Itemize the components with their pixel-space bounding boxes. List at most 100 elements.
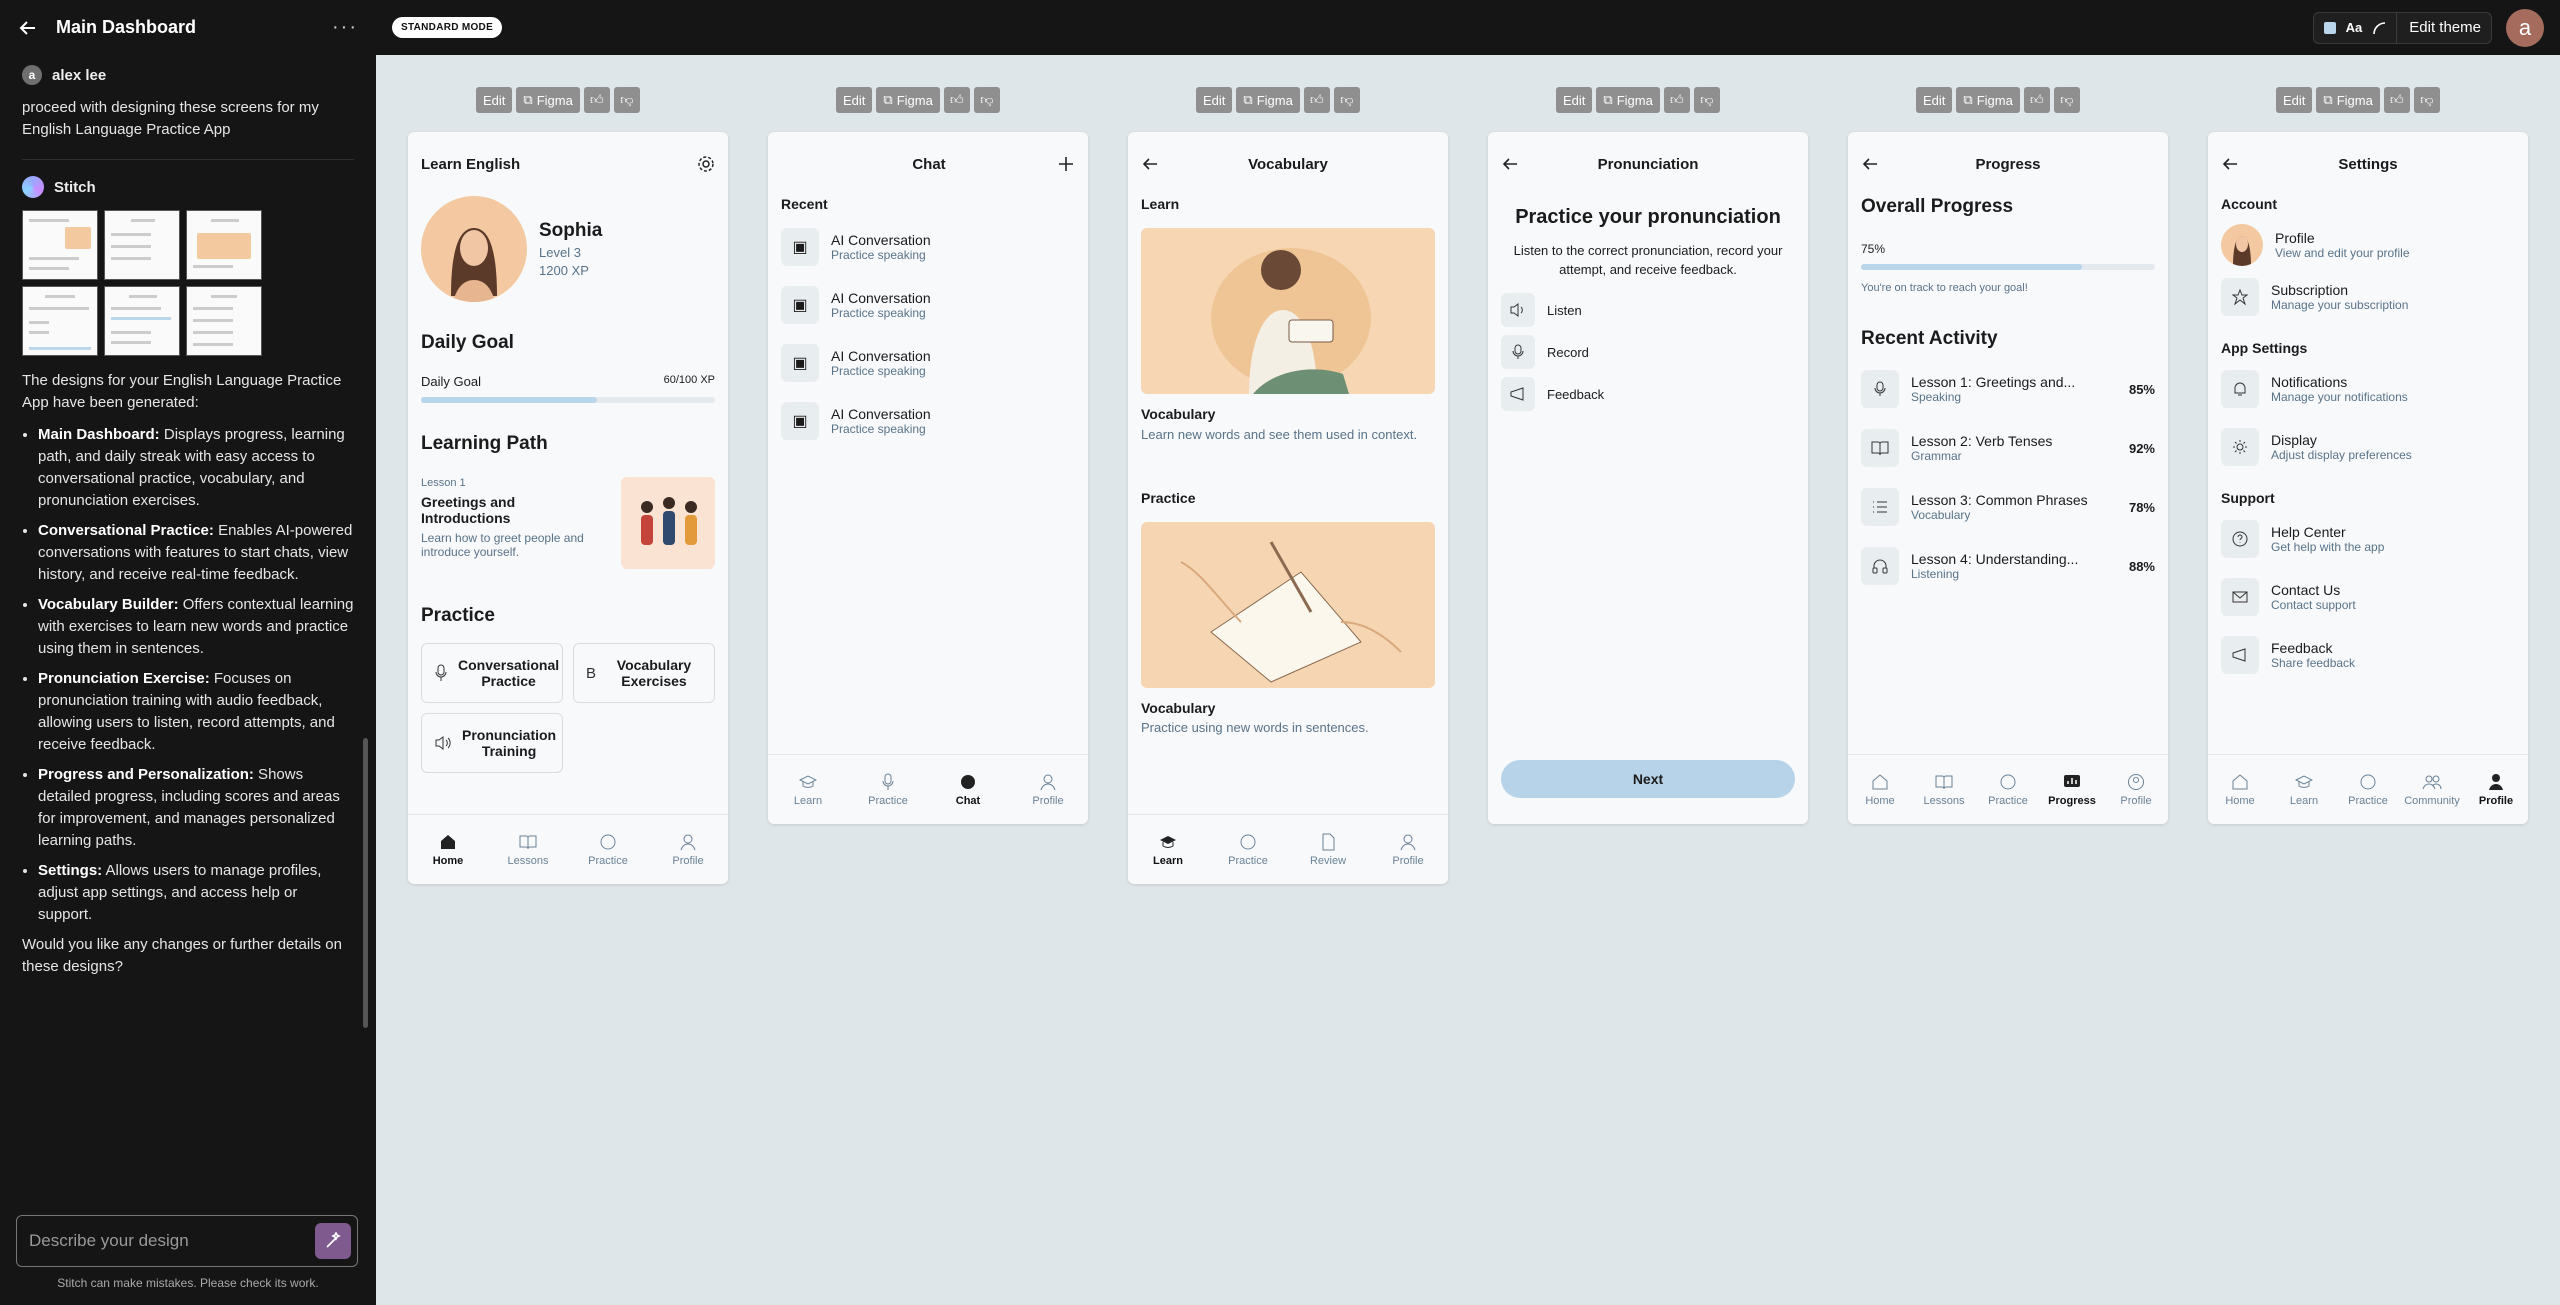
- nav-item-practice[interactable]: Practice: [1218, 833, 1278, 867]
- figma-button[interactable]: ⧉ Figma: [2316, 87, 2380, 113]
- next-button[interactable]: Next: [1501, 760, 1795, 798]
- settings-item-feedback[interactable]: Feedback Share feedback: [2221, 636, 2515, 674]
- avatar: a: [22, 65, 42, 85]
- settings-item-contact[interactable]: Contact Us Contact support: [2221, 578, 2515, 616]
- figma-button[interactable]: ⧉ Figma: [1596, 87, 1660, 113]
- list-item[interactable]: ▣ AI Conversation Practice speaking: [781, 228, 1075, 266]
- divider: [22, 159, 354, 160]
- step-listen[interactable]: Listen: [1501, 293, 1795, 327]
- table-row[interactable]: Lesson 3: Common Phrases Vocabulary 78%: [1861, 488, 2155, 526]
- nav-item-learn[interactable]: Learn: [1138, 833, 1198, 867]
- nav-item-practice[interactable]: Practice: [2338, 773, 2398, 807]
- table-row[interactable]: Lesson 2: Verb Tenses Grammar 92%: [1861, 429, 2155, 467]
- nav-item-progress[interactable]: Progress: [2042, 773, 2102, 807]
- list-item: Settings: Allows users to manage profile…: [38, 860, 354, 926]
- table-row[interactable]: Lesson 4: Understanding... Listening 88%: [1861, 547, 2155, 585]
- settings-item-display[interactable]: Display Adjust display preferences: [2221, 428, 2515, 466]
- nav-item-home[interactable]: Home: [2210, 773, 2270, 807]
- nav-item-profile[interactable]: Profile: [658, 833, 718, 867]
- thumbs-up-button[interactable]: 👍︎: [1663, 87, 1690, 113]
- practice-card-conversational[interactable]: Conversational Practice: [421, 643, 563, 703]
- figma-button[interactable]: ⧉ Figma: [516, 87, 580, 113]
- thumbnail-settings[interactable]: [186, 286, 262, 356]
- thumbnail-progress[interactable]: [104, 286, 180, 356]
- scrollbar-thumb[interactable]: [363, 738, 368, 1028]
- nav-item-profile[interactable]: Profile: [2466, 773, 2526, 807]
- back-arrow-icon[interactable]: [2221, 155, 2241, 173]
- nav-item-profile[interactable]: Profile: [1018, 773, 1078, 807]
- list-item[interactable]: ▣ AI Conversation Practice speaking: [781, 286, 1075, 324]
- edit-button[interactable]: Edit: [1196, 87, 1233, 113]
- edit-theme-button[interactable]: Edit theme: [2396, 11, 2481, 44]
- thumbs-up-button[interactable]: 👍︎: [2023, 87, 2050, 113]
- practice-card-pronunciation[interactable]: Pronunciation Training: [421, 713, 563, 773]
- back-arrow-icon[interactable]: [1141, 155, 1161, 173]
- settings-item-profile[interactable]: Profile View and edit your profile: [2221, 224, 2515, 266]
- thumbnail-vocabulary[interactable]: [186, 210, 262, 280]
- nav-item-review[interactable]: Review: [1298, 833, 1358, 867]
- thumbnail-chat[interactable]: [104, 210, 180, 280]
- nav-item-learn[interactable]: Learn: [778, 773, 838, 807]
- thumbs-up-button[interactable]: 👍︎: [943, 87, 970, 113]
- plus-icon[interactable]: [1057, 155, 1075, 173]
- thumbs-up-button[interactable]: 👍︎: [2383, 87, 2410, 113]
- back-arrow-icon[interactable]: [1861, 155, 1881, 173]
- step-record[interactable]: Record: [1501, 335, 1795, 369]
- nav-item-home[interactable]: Home: [418, 833, 478, 867]
- lesson-card[interactable]: Lesson 1 Greetings and Introductions Lea…: [421, 477, 715, 569]
- thumbs-down-button[interactable]: 👎︎: [613, 87, 640, 113]
- thumbs-up-button[interactable]: 👍︎: [583, 87, 610, 113]
- more-options-icon[interactable]: ···: [332, 16, 358, 39]
- edit-button[interactable]: Edit: [1916, 87, 1953, 113]
- font-icon[interactable]: Aa: [2346, 20, 2363, 35]
- thumbs-down-button[interactable]: 👎︎: [1333, 87, 1360, 113]
- table-row[interactable]: Lesson 1: Greetings and... Speaking 85%: [1861, 370, 2155, 408]
- nav-item-chat[interactable]: Chat: [938, 773, 998, 807]
- sidebar-scrollbar[interactable]: [362, 60, 370, 1210]
- settings-screen: Settings Account Profile View and edit yo…: [2208, 132, 2528, 824]
- edit-button[interactable]: Edit: [836, 87, 873, 113]
- nav-item-profile[interactable]: Profile: [2106, 773, 2166, 807]
- color-swatch-icon[interactable]: [2323, 21, 2336, 34]
- thumbs-down-button[interactable]: 👎︎: [2053, 87, 2080, 113]
- figma-button[interactable]: ⧉ Figma: [1956, 87, 2020, 113]
- send-button[interactable]: [315, 1223, 351, 1259]
- back-arrow-icon[interactable]: [1501, 155, 1521, 173]
- nav-item-practice[interactable]: Practice: [1978, 773, 2038, 807]
- prompt-input[interactable]: [29, 1231, 315, 1251]
- nav-item-community[interactable]: Community: [2402, 773, 2462, 807]
- nav-item-lessons[interactable]: Lessons: [1914, 773, 1974, 807]
- card-description: Practice using new words in sentences.: [1141, 720, 1369, 735]
- figma-button[interactable]: ⧉ Figma: [876, 87, 940, 113]
- user-avatar[interactable]: a: [2506, 8, 2544, 47]
- thumbnail-home[interactable]: [22, 210, 98, 280]
- nav-item-practice[interactable]: Practice: [858, 773, 918, 807]
- settings-gear-icon[interactable]: [697, 155, 715, 173]
- edit-button[interactable]: Edit: [1556, 87, 1593, 113]
- nav-item-lessons[interactable]: Lessons: [498, 833, 558, 867]
- chat-bubble-icon: [2000, 774, 2016, 789]
- list-item[interactable]: ▣ AI Conversation Practice speaking: [781, 344, 1075, 382]
- avatar[interactable]: [421, 196, 527, 302]
- thumbs-up-button[interactable]: 👍︎: [1303, 87, 1330, 113]
- nav-item-profile[interactable]: Profile: [1378, 833, 1438, 867]
- nav-item-home[interactable]: Home: [1850, 773, 1910, 807]
- list-item[interactable]: ▣ AI Conversation Practice speaking: [781, 402, 1075, 440]
- settings-item-help[interactable]: Help Center Get help with the app: [2221, 520, 2515, 558]
- nav-item-learn[interactable]: Learn: [2274, 773, 2334, 807]
- edit-button[interactable]: Edit: [2276, 87, 2313, 113]
- thumbs-down-button[interactable]: 👎︎: [973, 87, 1000, 113]
- step-feedback[interactable]: Feedback: [1501, 377, 1795, 411]
- thumbs-down-button[interactable]: 👎︎: [2413, 87, 2440, 113]
- edit-button[interactable]: Edit: [476, 87, 513, 113]
- back-arrow-icon[interactable]: [18, 18, 38, 38]
- settings-item-subscription[interactable]: Subscription Manage your subscription: [2221, 278, 2515, 316]
- corner-radius-icon[interactable]: [2372, 21, 2386, 35]
- figma-button[interactable]: ⧉ Figma: [1236, 87, 1300, 113]
- mode-badge[interactable]: STANDARD MODE: [392, 17, 503, 38]
- thumbs-down-button[interactable]: 👎︎: [1693, 87, 1720, 113]
- practice-card-vocabulary[interactable]: B Vocabulary Exercises: [573, 643, 715, 703]
- thumbnail-pronunciation[interactable]: [22, 286, 98, 356]
- settings-item-notifications[interactable]: Notifications Manage your notifications: [2221, 370, 2515, 408]
- nav-item-practice[interactable]: Practice: [578, 833, 638, 867]
